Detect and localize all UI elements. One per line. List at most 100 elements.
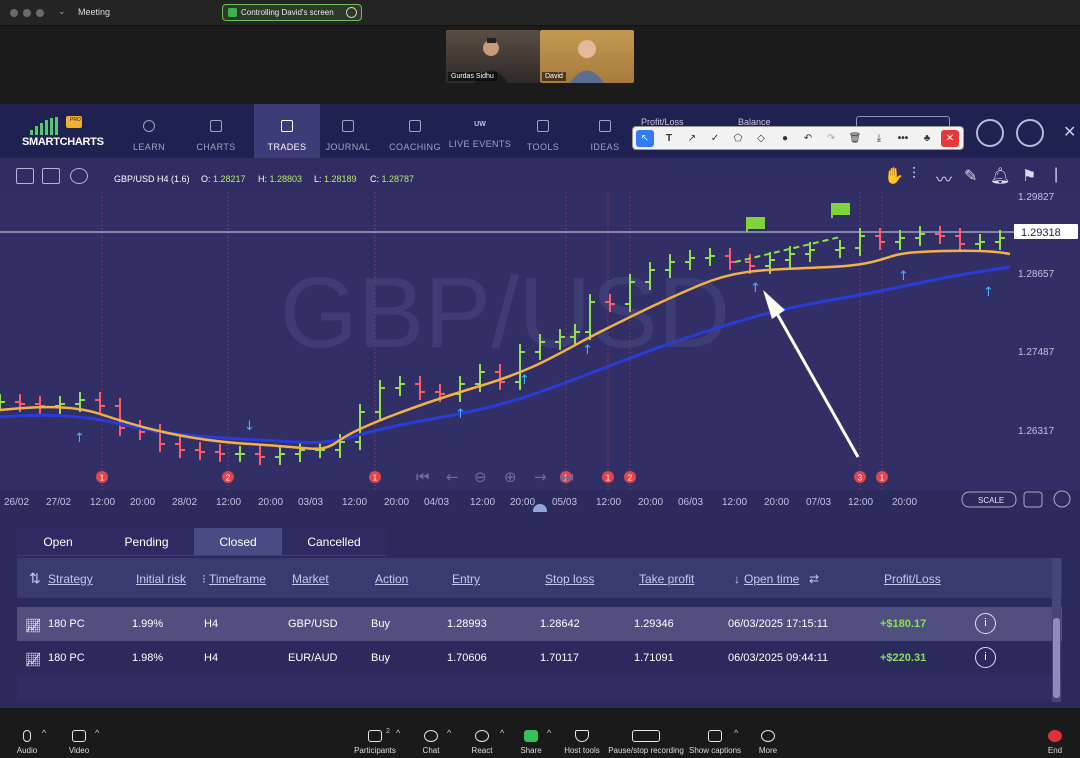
nav-ideas[interactable]: IDEAS: [572, 116, 638, 156]
chevron-down-icon[interactable]: ⌄: [58, 6, 66, 17]
event-marker[interactable]: 2: [222, 471, 234, 483]
maximize-window-icon[interactable]: [36, 9, 44, 17]
flag-icon[interactable]: ⚑: [1022, 166, 1036, 186]
event-marker[interactable]: 1: [96, 471, 108, 483]
nav-live-events[interactable]: UW LIVE EVENTS: [447, 116, 513, 156]
hand-tool-icon[interactable]: ✋: [884, 166, 904, 186]
smartcharts-logo-icon[interactable]: [30, 114, 90, 136]
chart-settings-icon[interactable]: [70, 168, 88, 184]
event-marker[interactable]: 1: [369, 471, 381, 483]
nav-coaching[interactable]: COACHING: [382, 116, 448, 156]
nav-journal[interactable]: JOURNAL: [315, 116, 381, 156]
indicator-icon[interactable]: 〰: [936, 166, 952, 190]
share-chevron-icon[interactable]: ^: [547, 728, 551, 738]
price-chart[interactable]: GBP/USD ↑ ↓ ↑ ↑ ↑ ↑ ↑ ↑ 12111231 ⏮ ← ⊖ ⊕…: [0, 192, 1080, 512]
column-take-profit[interactable]: Take profit: [639, 572, 694, 586]
close-annotation-icon[interactable]: ✕: [941, 130, 959, 147]
end-button[interactable]: End: [1044, 730, 1066, 755]
trash-icon[interactable]: 🗑: [846, 130, 864, 147]
sort-timeframe-icon[interactable]: ⁝: [202, 572, 206, 586]
tab-closed[interactable]: Closed: [194, 528, 282, 556]
support-icon[interactable]: [976, 119, 1004, 147]
sort-desc-icon[interactable]: ↓: [734, 572, 740, 586]
video-button[interactable]: Video: [66, 730, 92, 755]
scrollbar-thumb[interactable]: [1053, 618, 1060, 698]
annotation-toolbar: ↖ T ↗ ✓ ⬠ ◇ ● ↶ ↷ 🗑 ⤓ ••• ♣ ✕: [632, 126, 964, 150]
chat-chevron-icon[interactable]: ^: [447, 728, 451, 738]
redo-icon[interactable]: ↷: [822, 130, 840, 147]
participants-chevron-icon[interactable]: ^: [396, 728, 400, 738]
candles-icon[interactable]: ⫶: [912, 166, 916, 184]
fullscreen-icon[interactable]: ✕: [1063, 122, 1076, 142]
chat-button[interactable]: Chat: [418, 730, 444, 755]
go-end-icon[interactable]: ⏭: [560, 468, 574, 486]
remote-control-banner[interactable]: Controlling David's screen: [222, 4, 362, 21]
pencil-icon[interactable]: ✎: [964, 166, 977, 186]
swap-sort-icon[interactable]: ⇄: [809, 572, 819, 586]
nav-tools[interactable]: TOOLS: [510, 116, 576, 156]
expand-icon[interactable]: [16, 168, 34, 184]
nav-trades[interactable]: TRADES: [254, 104, 320, 158]
orders-scrollbar[interactable]: [1052, 558, 1061, 702]
event-marker[interactable]: 3: [854, 471, 866, 483]
arrow-tool-icon[interactable]: ↗: [683, 130, 701, 147]
column-action[interactable]: Action: [375, 572, 408, 586]
tab-cancelled[interactable]: Cancelled: [282, 528, 386, 556]
audio-button[interactable]: Audio: [14, 730, 40, 755]
more-icon[interactable]: •••: [894, 130, 912, 147]
more-button[interactable]: More: [756, 730, 780, 755]
download-icon[interactable]: ⤓: [870, 130, 888, 147]
shape-tool-icon[interactable]: ⬠: [729, 130, 747, 147]
step-back-icon[interactable]: ←: [446, 468, 459, 486]
column-initial-risk[interactable]: Initial risk: [136, 572, 186, 586]
nav-learn[interactable]: LEARN: [116, 116, 182, 156]
go-start-icon[interactable]: ⏮: [416, 468, 430, 486]
column-market[interactable]: Market: [292, 572, 329, 586]
participant-tile[interactable]: Gurdas Sidhu: [446, 30, 540, 83]
tab-open[interactable]: Open: [17, 528, 99, 556]
table-row[interactable]: 📈︎ 180 PC 1.99% H4 GBP/USD Buy 1.28993 1…: [17, 607, 1062, 641]
info-icon[interactable]: i: [975, 613, 996, 634]
text-tool-icon[interactable]: T: [660, 130, 678, 147]
column-entry[interactable]: Entry: [452, 572, 480, 586]
bell-icon[interactable]: 🔔︎: [990, 166, 1010, 186]
event-marker[interactable]: 1: [876, 471, 888, 483]
audio-chevron-icon[interactable]: ^: [42, 728, 46, 738]
undo-icon[interactable]: ↶: [799, 130, 817, 147]
settings-gear-icon[interactable]: [1016, 119, 1044, 147]
user-tool-icon[interactable]: ♣: [918, 130, 936, 147]
react-button[interactable]: React: [467, 730, 497, 755]
buy-signal-icon: ↑: [898, 269, 909, 284]
column-timeframe[interactable]: Timeframe: [209, 572, 266, 586]
zoom-out-icon[interactable]: ⊖: [474, 468, 487, 486]
column-profit-loss[interactable]: Profit/Loss: [884, 572, 941, 586]
event-marker[interactable]: 2: [624, 471, 636, 483]
tab-pending[interactable]: Pending: [99, 528, 194, 556]
sort-strategy-icon[interactable]: ⇅: [29, 570, 41, 587]
nav-charts[interactable]: CHARTS: [183, 116, 249, 156]
pause-recording-button[interactable]: Pause/stop recording: [608, 730, 684, 755]
save-icon[interactable]: [42, 168, 60, 184]
remote-control-options-icon[interactable]: [346, 7, 357, 18]
video-chevron-icon[interactable]: ^: [95, 728, 99, 738]
column-stop-loss[interactable]: Stop loss: [545, 572, 594, 586]
step-forward-icon[interactable]: →: [534, 468, 547, 486]
column-strategy[interactable]: Strategy: [48, 572, 93, 586]
host-tools-button[interactable]: Host tools: [562, 730, 602, 755]
minimize-window-icon[interactable]: [23, 9, 31, 17]
event-marker[interactable]: 1: [602, 471, 614, 483]
check-tool-icon[interactable]: ✓: [706, 130, 724, 147]
eraser-tool-icon[interactable]: ◇: [752, 130, 770, 147]
participants-button[interactable]: Participants: [352, 730, 398, 755]
color-dot-icon[interactable]: ●: [776, 130, 794, 147]
table-row[interactable]: 📈︎ 180 PC 1.98% H4 EUR/AUD Buy 1.70606 1…: [17, 641, 1062, 675]
participant-tile[interactable]: David: [540, 30, 634, 83]
captions-chevron-icon[interactable]: ^: [734, 728, 738, 738]
close-window-icon[interactable]: [10, 9, 18, 17]
zoom-in-icon[interactable]: ⊕: [504, 468, 517, 486]
share-button[interactable]: Share: [518, 730, 544, 755]
column-open-time[interactable]: Open time: [744, 572, 799, 586]
info-icon[interactable]: i: [975, 647, 996, 668]
react-chevron-icon[interactable]: ^: [500, 728, 504, 738]
pointer-tool-icon[interactable]: ↖: [636, 130, 654, 147]
